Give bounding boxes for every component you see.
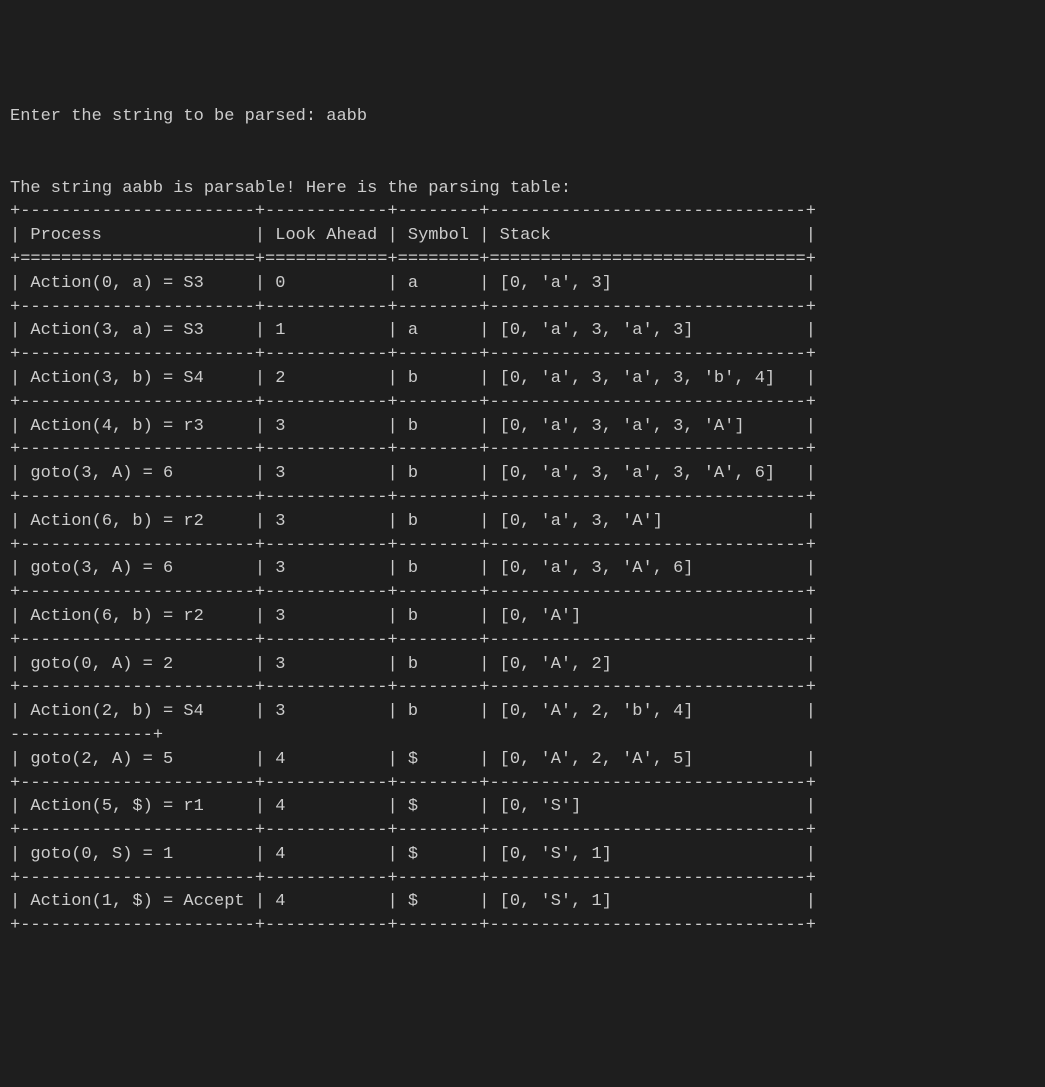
input-value[interactable]: aabb — [326, 107, 367, 126]
result-mid: is — [163, 179, 194, 198]
terminal-output: Enter the string to be parsed: aabb The … — [10, 105, 1035, 938]
result-prefix: The string — [10, 179, 122, 198]
result-suffix: parsable! Here is the parsing table: — [204, 179, 571, 198]
parsing-table: +-----------------------+------------+--… — [10, 202, 816, 935]
prompt-label: Enter the string to be parsed: — [10, 107, 326, 126]
result-string: aabb — [122, 179, 163, 198]
